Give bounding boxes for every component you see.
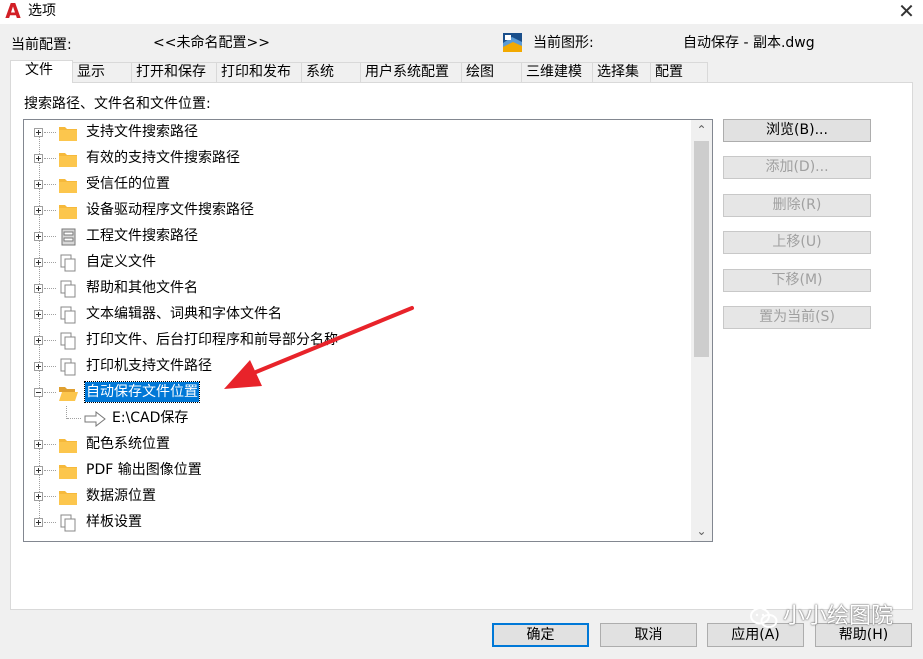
tree-item-help-files[interactable]: 帮助和其他文件名 xyxy=(24,276,689,302)
folder-open-icon xyxy=(59,387,78,401)
tree-item-customization-files[interactable]: 自定义文件 xyxy=(24,250,689,276)
tab-selection[interactable]: 选择集 xyxy=(592,62,651,82)
autocad-logo-icon: A xyxy=(5,0,21,23)
tree-item-trusted-locations[interactable]: 受信任的位置 xyxy=(24,172,689,198)
window-title: 选项 xyxy=(28,3,56,19)
tree-item-autosave-path[interactable]: E:\CAD保存 xyxy=(24,406,689,432)
tree-item-pdf-image-location[interactable]: PDF 输出图像位置 xyxy=(24,458,689,484)
tree-item-label: 工程文件搜索路径 xyxy=(86,228,198,244)
folder-icon xyxy=(59,153,77,167)
files-icon xyxy=(60,280,76,298)
move-up-button[interactable]: 上移(U) xyxy=(723,231,871,254)
folder-icon xyxy=(59,179,77,193)
folder-icon xyxy=(59,439,77,453)
tree-item-label: 设备驱动程序文件搜索路径 xyxy=(86,202,254,218)
tree-item-autosave-location[interactable]: 自动保存文件位置 xyxy=(24,380,689,406)
title-bar: A 选项 ✕ xyxy=(0,0,923,24)
expand-icon[interactable] xyxy=(34,492,43,501)
file-location-tree[interactable]: 支持文件搜索路径 有效的支持文件搜索路径 受信任的位置 设备驱动程序文件搜索路径… xyxy=(23,119,713,542)
expand-icon[interactable] xyxy=(34,206,43,215)
remove-button[interactable]: 删除(R) xyxy=(723,194,871,217)
project-cabinet-icon xyxy=(61,228,76,246)
folder-icon xyxy=(59,205,77,219)
tree-item-template-settings[interactable]: 样板设置 xyxy=(24,510,689,536)
current-drawing-value: 自动保存 - 副本.dwg xyxy=(683,35,815,51)
current-profile-value: <<未命名配置>> xyxy=(153,35,270,51)
scroll-down-icon[interactable]: ⌄ xyxy=(691,521,712,541)
expand-icon[interactable] xyxy=(34,180,43,189)
expand-icon[interactable] xyxy=(34,258,43,267)
files-icon xyxy=(60,332,76,350)
tree-item-label: 配色系统位置 xyxy=(86,436,170,452)
expand-icon[interactable] xyxy=(34,310,43,319)
expand-icon[interactable] xyxy=(34,128,43,137)
expand-icon[interactable] xyxy=(34,284,43,293)
tree-item-label: 打印文件、后台打印程序和前导部分名称 xyxy=(86,332,338,348)
expand-icon[interactable] xyxy=(34,440,43,449)
collapse-icon[interactable] xyxy=(34,388,43,397)
tree-item-label: 文本编辑器、词典和字体文件名 xyxy=(86,306,282,322)
tab-3d-modeling[interactable]: 三维建模 xyxy=(521,62,593,82)
cancel-button[interactable]: 取消 xyxy=(600,623,697,647)
move-down-button[interactable]: 下移(M) xyxy=(723,269,871,292)
tree-item-project-paths[interactable]: 工程文件搜索路径 xyxy=(24,224,689,250)
wechat-logo-icon xyxy=(750,607,778,628)
tree-item-label: 打印机支持文件路径 xyxy=(86,358,212,374)
tree-item-print-files[interactable]: 打印文件、后台打印程序和前导部分名称 xyxy=(24,328,689,354)
tree-item-support-paths[interactable]: 支持文件搜索路径 xyxy=(24,120,689,146)
tree-item-working-support-paths[interactable]: 有效的支持文件搜索路径 xyxy=(24,146,689,172)
tree-item-text-editor-files[interactable]: 文本编辑器、词典和字体文件名 xyxy=(24,302,689,328)
files-icon xyxy=(60,306,76,324)
tree-item-color-book-locations[interactable]: 配色系统位置 xyxy=(24,432,689,458)
tree-item-label: 帮助和其他文件名 xyxy=(86,280,198,296)
tree-item-label: 自动保存文件位置 xyxy=(84,381,200,403)
files-icon xyxy=(60,254,76,272)
tree-item-label: PDF 输出图像位置 xyxy=(86,462,202,478)
files-icon xyxy=(60,514,76,532)
tree-item-label: 支持文件搜索路径 xyxy=(86,124,198,140)
tab-strip: 文件 显示 打开和保存 打印和发布 系统 用户系统配置 绘图 三维建模 选择集 … xyxy=(10,60,710,83)
expand-icon[interactable] xyxy=(34,232,43,241)
autosave-path-label: E:\CAD保存 xyxy=(112,410,189,426)
tree-item-label: 样板设置 xyxy=(86,514,142,530)
tab-profiles[interactable]: 配置 xyxy=(650,62,708,82)
tab-user-preferences[interactable]: 用户系统配置 xyxy=(360,62,462,82)
add-button[interactable]: 添加(D)... xyxy=(723,156,871,179)
tab-open-save[interactable]: 打开和保存 xyxy=(131,62,217,82)
tab-files[interactable]: 文件 xyxy=(10,60,73,83)
expand-icon[interactable] xyxy=(34,154,43,163)
set-current-button[interactable]: 置为当前(S) xyxy=(723,306,871,329)
ok-button[interactable]: 确定 xyxy=(492,623,589,647)
current-profile-label: 当前配置: xyxy=(11,37,72,53)
expand-icon[interactable] xyxy=(34,362,43,371)
drawing-file-icon xyxy=(503,33,522,52)
close-button[interactable]: ✕ xyxy=(890,0,923,24)
tab-plot-publish[interactable]: 打印和发布 xyxy=(216,62,302,82)
tree-item-label: 受信任的位置 xyxy=(86,176,170,192)
search-paths-label: 搜索路径、文件名和文件位置: xyxy=(24,96,211,112)
tree-item-label: 自定义文件 xyxy=(86,254,156,270)
files-icon xyxy=(60,358,76,376)
watermark-text: 小小绘图院 xyxy=(783,604,894,629)
expand-icon[interactable] xyxy=(34,336,43,345)
tree-scrollbar[interactable]: ⌃ ⌄ xyxy=(691,120,712,541)
tree-item-device-driver-paths[interactable]: 设备驱动程序文件搜索路径 xyxy=(24,198,689,224)
tree-item-label: 数据源位置 xyxy=(86,488,156,504)
tab-system[interactable]: 系统 xyxy=(301,62,361,82)
tree-item-label: 有效的支持文件搜索路径 xyxy=(86,150,240,166)
folder-icon xyxy=(59,465,77,479)
expand-icon[interactable] xyxy=(34,518,43,527)
scroll-thumb[interactable] xyxy=(694,141,709,357)
scroll-up-icon[interactable]: ⌃ xyxy=(691,120,712,140)
browse-button[interactable]: 浏览(B)... xyxy=(723,119,871,142)
folder-icon xyxy=(59,127,77,141)
tab-display[interactable]: 显示 xyxy=(72,62,132,82)
arrow-right-icon xyxy=(84,411,106,427)
tree-item-printer-support-paths[interactable]: 打印机支持文件路径 xyxy=(24,354,689,380)
expand-icon[interactable] xyxy=(34,466,43,475)
tree-item-data-sources-location[interactable]: 数据源位置 xyxy=(24,484,689,510)
current-drawing-label: 当前图形: xyxy=(533,35,594,51)
folder-icon xyxy=(59,491,77,505)
tab-drafting[interactable]: 绘图 xyxy=(461,62,522,82)
